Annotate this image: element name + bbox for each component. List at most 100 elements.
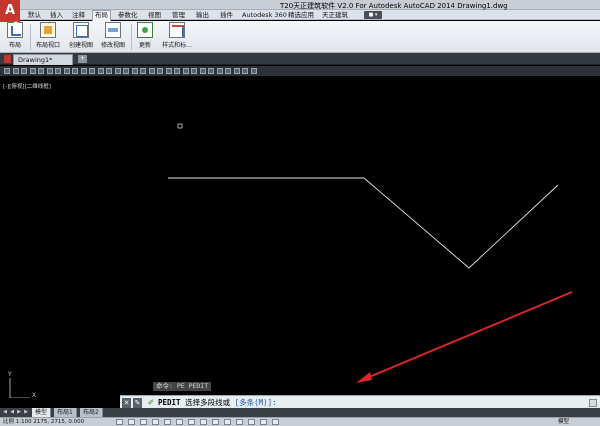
toolbar-button[interactable] [131, 68, 138, 74]
tab-insert[interactable]: 插入 [48, 11, 65, 20]
layout-tab-strip: ◀ ◀ ▶ ▶ 模型 布局1 布局2 [0, 408, 600, 417]
toolbar-button[interactable] [140, 68, 146, 74]
styles-standards-icon [169, 22, 185, 38]
command-prompt[interactable]: PEDIT 选择多段线或 [多条(M)]: [158, 398, 277, 408]
new-tab-button[interactable]: + [78, 55, 87, 63]
layout-viewport-button[interactable]: 布局视口 [33, 22, 63, 52]
toolbar-button[interactable] [165, 68, 172, 74]
tab-tangent-arch[interactable]: 天正建筑 [320, 11, 350, 20]
next-layout-arrow-icon[interactable]: ▶ [16, 409, 22, 416]
file-tab-drawing1[interactable]: Drawing1* [13, 54, 73, 65]
command-option-multiple[interactable]: [多条(M)]: [235, 398, 277, 407]
status-toggle-icon[interactable] [128, 419, 135, 425]
toolbar-button[interactable] [80, 68, 87, 74]
toolbar-button[interactable] [63, 68, 70, 74]
status-toggle-icon[interactable] [140, 419, 147, 425]
chevron-down-icon: ▼ [14, 21, 18, 27]
toolbar-button[interactable] [29, 68, 36, 74]
tab-default[interactable]: 默认 [26, 11, 43, 20]
toolbar-button[interactable] [12, 68, 19, 74]
tab-annotate[interactable]: 注释 [70, 11, 87, 20]
status-toggle-icon[interactable] [212, 419, 219, 425]
status-toggle-icon[interactable] [248, 419, 255, 425]
ucs-y-label: Y [7, 371, 12, 378]
create-view-button[interactable]: 创建视图 [66, 22, 96, 52]
toolbar-button[interactable] [38, 68, 44, 74]
title-bar: A ▼ T20天正建筑软件 V2.0 For Autodesk AutoCAD … [0, 0, 600, 27]
status-toggle-icon[interactable] [272, 419, 279, 425]
toolbar-button[interactable] [225, 68, 231, 74]
document-icon [4, 55, 11, 63]
toolbar-button[interactable] [174, 68, 180, 74]
tab-manage[interactable]: 管理 [170, 11, 187, 20]
modify-view-icon [105, 22, 121, 38]
styles-standards-label: 样式和标... [162, 42, 192, 49]
status-toggle-icon[interactable] [116, 419, 123, 425]
first-layout-arrow-icon[interactable]: ◀ [2, 409, 8, 416]
status-toggle-icon[interactable] [200, 419, 207, 425]
status-toggle-icon[interactable] [188, 419, 195, 425]
ucs-x-label: X [32, 392, 36, 398]
layout-viewport-icon [40, 22, 56, 38]
tab-parametric[interactable]: 参数化 [116, 11, 140, 20]
application-menu-button[interactable]: A ▼ [0, 0, 20, 27]
toolbar-button[interactable] [242, 68, 248, 74]
tab-featured-apps[interactable]: 精选应用 [286, 11, 316, 20]
toolbar-button[interactable] [97, 68, 104, 74]
toolbar-button[interactable] [250, 68, 257, 74]
toolbar-button[interactable] [21, 68, 27, 74]
toolbar-button[interactable] [216, 68, 223, 74]
layout-tab-layout1[interactable]: 布局1 [54, 408, 77, 417]
toolbar-button[interactable] [191, 68, 197, 74]
wrench-icon[interactable]: ✎ [133, 398, 142, 408]
toolbar-button[interactable] [114, 68, 121, 74]
annotation-arrow [361, 291, 573, 381]
status-toggle-icon[interactable] [260, 419, 267, 425]
layout-tab-layout2[interactable]: 布局2 [80, 408, 103, 417]
coordinate-readout: 比例 1:100 2175, 2715, 0.000 [3, 419, 85, 425]
toolbar-button[interactable] [157, 68, 163, 74]
toolbar-button[interactable] [148, 68, 155, 74]
command-history-dropdown[interactable] [589, 399, 597, 407]
status-toggle-icon[interactable] [236, 419, 243, 425]
close-icon[interactable]: ✕ [122, 398, 131, 408]
toolbar-button[interactable] [182, 68, 189, 74]
update-button[interactable]: 更新 [134, 22, 156, 52]
toolbar-button[interactable] [72, 68, 78, 74]
ribbon-panel: 布局 布局视口 创建视图 修改视图 更新 样式和标... [0, 21, 600, 53]
toolbar-button[interactable] [199, 68, 206, 74]
status-toggle-icon[interactable] [224, 419, 231, 425]
tab-autodesk-360[interactable]: Autodesk 360 [240, 11, 289, 20]
toolbar-button[interactable] [123, 68, 129, 74]
viewport-controls-label[interactable]: [-][俯视][二维线框] [3, 82, 51, 90]
toolbar-button[interactable] [89, 68, 95, 74]
command-name: PEDIT [158, 398, 181, 407]
tab-output[interactable]: 输出 [194, 11, 211, 20]
model-space-toggle[interactable]: 模型 [558, 418, 569, 426]
prev-layout-arrow-icon[interactable]: ◀ [9, 409, 15, 416]
draw-toolbar [0, 66, 600, 76]
status-toggle-icon[interactable] [152, 419, 159, 425]
toolbar-button[interactable] [46, 68, 53, 74]
status-toggle-icon[interactable] [176, 419, 183, 425]
tab-view[interactable]: 视图 [146, 11, 163, 20]
last-layout-arrow-icon[interactable]: ▶ [23, 409, 29, 416]
update-icon [137, 22, 153, 38]
ribbon-tabs: 默认 插入 注释 布局 参数化 视图 管理 输出 插件 Autodesk 360… [0, 10, 600, 21]
toolbar-button[interactable] [233, 68, 240, 74]
layout-tab-model[interactable]: 模型 [32, 408, 52, 417]
toolbar-button[interactable] [208, 68, 214, 74]
drawing-canvas[interactable]: Y X [0, 76, 600, 398]
create-view-label: 创建视图 [68, 42, 93, 49]
ribbon-separator [131, 24, 132, 50]
polyline-entity[interactable] [168, 177, 559, 269]
modify-view-button[interactable]: 修改视图 [98, 22, 128, 52]
toolbar-button[interactable] [4, 68, 10, 74]
toolbar-button[interactable] [106, 68, 112, 74]
ribbon-minimize-button[interactable]: ■ ▾ [364, 11, 382, 19]
styles-standards-button[interactable]: 样式和标... [160, 22, 194, 52]
tab-layout[interactable]: 布局 [92, 10, 111, 21]
status-toggle-icon[interactable] [164, 419, 171, 425]
toolbar-button[interactable] [55, 68, 61, 74]
tab-plugins[interactable]: 插件 [218, 11, 235, 20]
